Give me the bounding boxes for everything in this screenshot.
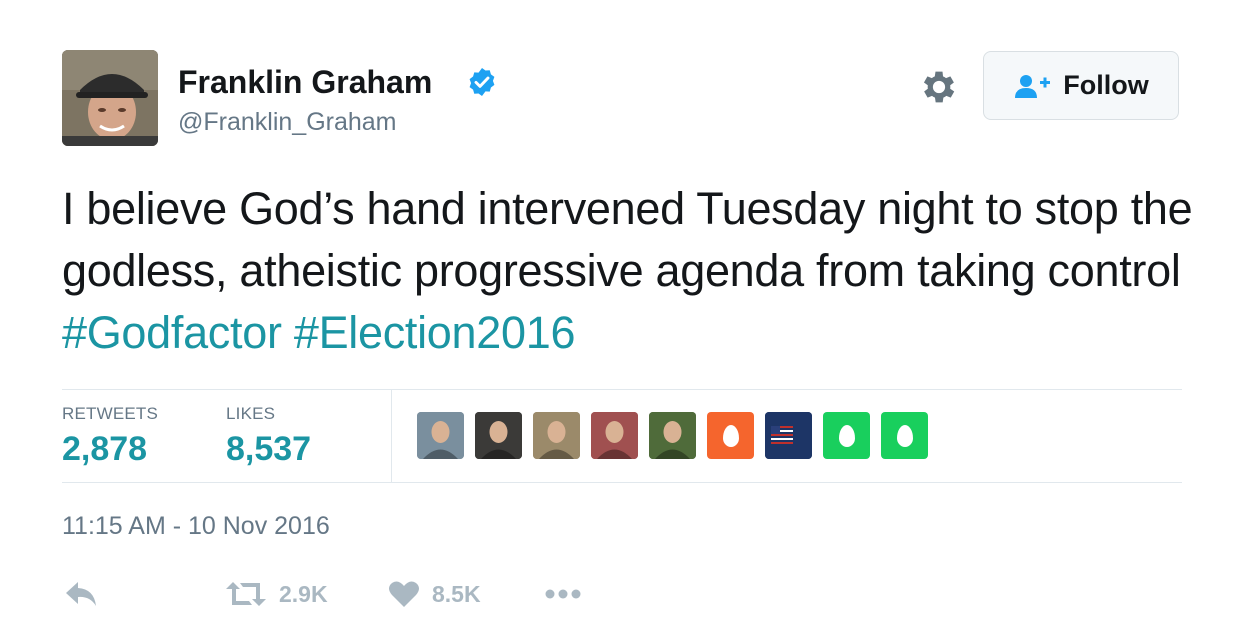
tweet-timestamp[interactable]: 11:15 AM - 10 Nov 2016	[62, 512, 330, 541]
stats-top-divider	[62, 389, 1182, 390]
follow-button-label: Follow	[1063, 70, 1149, 100]
liker-avatar[interactable]	[707, 412, 754, 459]
liker-photo	[591, 412, 638, 459]
verified-badge-icon	[469, 68, 495, 96]
likes-label: LIKES	[226, 404, 276, 423]
more-button[interactable]	[545, 576, 581, 612]
liker-photo	[533, 412, 580, 459]
likes-count[interactable]: 8,537	[226, 430, 311, 469]
stats-bottom-divider	[62, 482, 1182, 483]
default-egg-icon	[838, 424, 855, 447]
author-avatar[interactable]	[62, 50, 158, 146]
liker-avatars	[417, 412, 928, 459]
liker-photo	[649, 412, 696, 459]
liker-avatar[interactable]	[649, 412, 696, 459]
author-handle[interactable]: @Franklin_Graham	[178, 108, 397, 137]
liker-avatar[interactable]	[823, 412, 870, 459]
liker-avatar[interactable]	[417, 412, 464, 459]
liker-photo	[475, 412, 522, 459]
more-icon	[545, 589, 581, 599]
liker-avatar[interactable]	[591, 412, 638, 459]
retweets-label: RETWEETS	[62, 404, 159, 423]
heart-icon	[389, 581, 419, 607]
retweets-count[interactable]: 2,878	[62, 430, 147, 469]
flag-avatar-icon	[765, 412, 812, 459]
hashtag-link[interactable]: #Election2016	[294, 307, 576, 358]
retweet-count: 2.9K	[279, 580, 328, 607]
tweet-text-body: I believe God’s hand intervened Tuesday …	[62, 183, 1193, 296]
retweet-icon	[226, 582, 266, 606]
default-egg-icon	[896, 424, 913, 447]
liker-photo	[417, 412, 464, 459]
hashtag-link[interactable]: #Godfactor	[62, 307, 282, 358]
liker-avatar[interactable]	[475, 412, 522, 459]
follow-button[interactable]: Follow	[983, 51, 1179, 120]
author-name[interactable]: Franklin Graham	[178, 64, 432, 101]
liker-avatar[interactable]	[881, 412, 928, 459]
reply-button[interactable]	[64, 576, 98, 612]
tweet-text: I believe God’s hand intervened Tuesday …	[62, 178, 1202, 364]
like-button[interactable]: 8.5K	[388, 576, 481, 612]
avatar-image	[62, 50, 158, 146]
gear-icon[interactable]	[918, 66, 960, 108]
liker-avatar[interactable]	[765, 412, 812, 459]
like-count: 8.5K	[432, 580, 481, 607]
liker-avatar[interactable]	[533, 412, 580, 459]
stats-vertical-divider	[391, 390, 392, 482]
reply-icon	[66, 582, 96, 606]
default-egg-icon	[722, 424, 739, 447]
retweet-button[interactable]: 2.9K	[225, 576, 328, 612]
follow-user-plus-icon	[1015, 74, 1051, 98]
